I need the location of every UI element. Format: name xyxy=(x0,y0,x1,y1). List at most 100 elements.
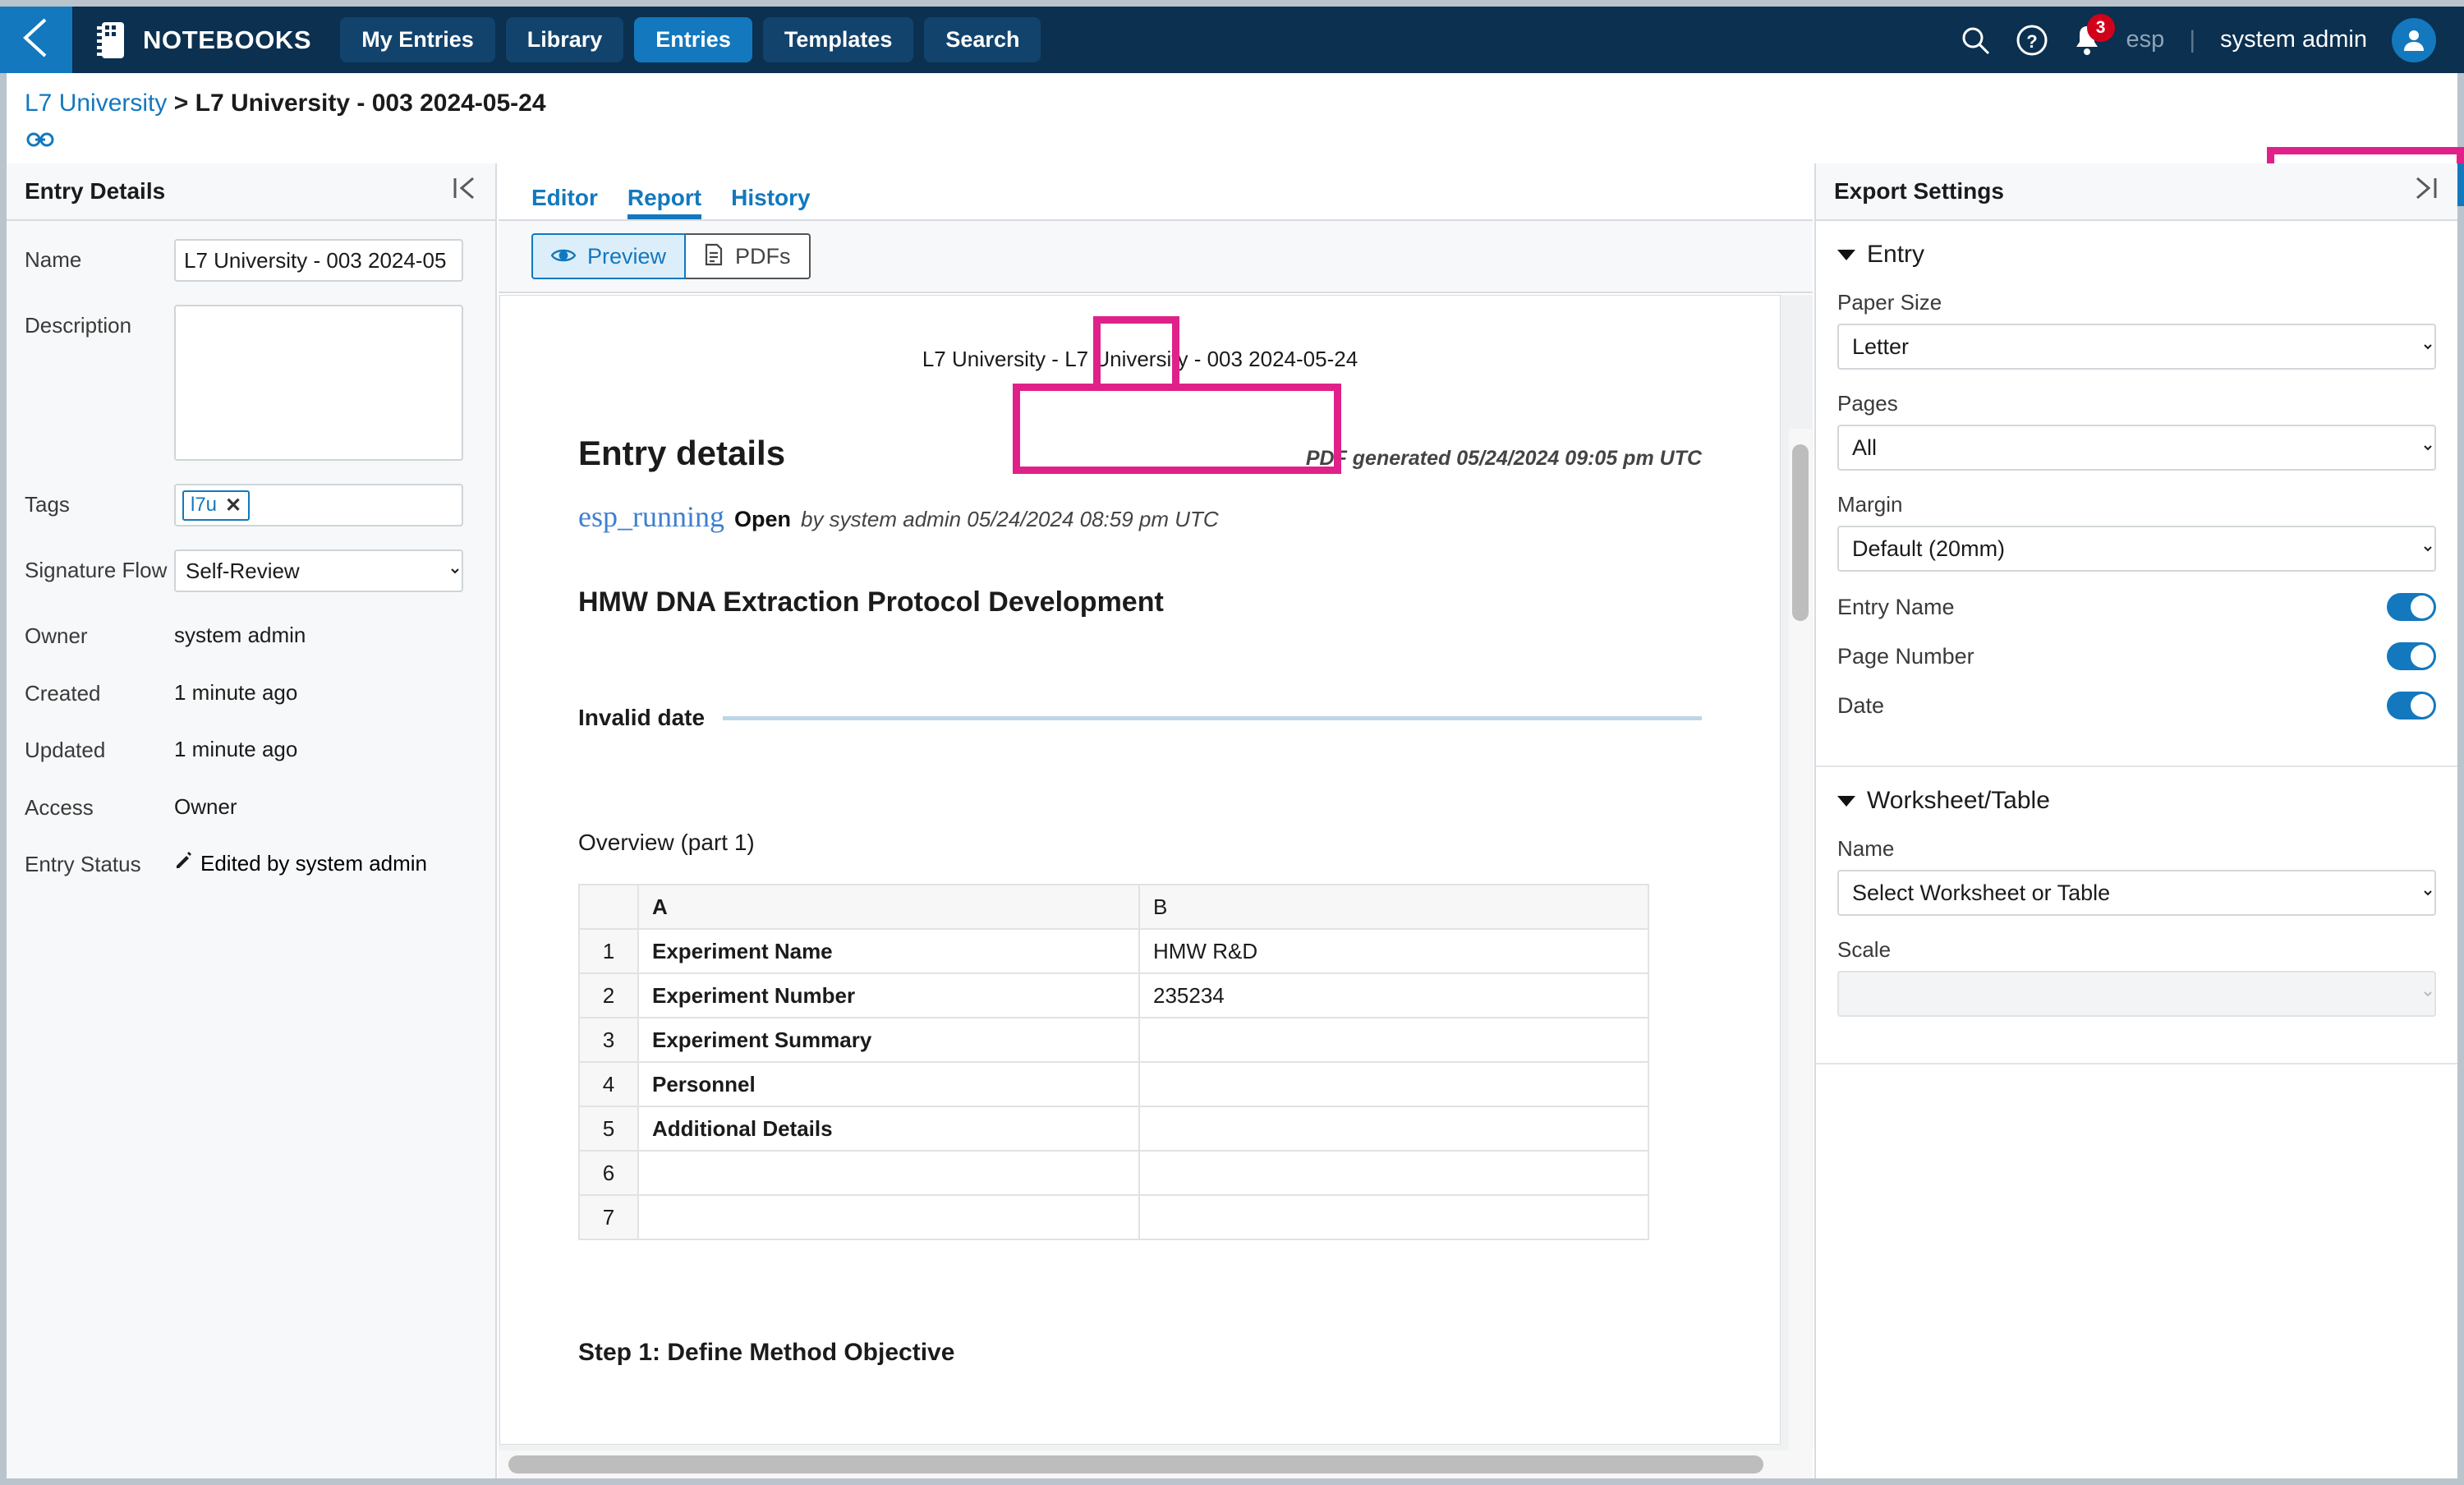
top-right-actions: ? 3 esp | system admin xyxy=(1959,13,2464,62)
nav-my-entries[interactable]: My Entries xyxy=(340,17,495,62)
field-description-label: Description xyxy=(25,313,132,338)
breadcrumb-parent-link[interactable]: L7 University xyxy=(25,90,167,117)
nav-templates[interactable]: Templates xyxy=(762,17,914,62)
top-navigation-bar: NOTEBOOKS My Entries Library Entries Tem… xyxy=(0,7,2464,73)
field-updated-label: Updated xyxy=(25,738,106,762)
back-button[interactable] xyxy=(0,7,72,73)
tag-chip[interactable]: l7u ✕ xyxy=(182,490,251,521)
nav-entries[interactable]: Entries xyxy=(634,17,752,62)
margin-select[interactable]: Default (20mm) xyxy=(1837,526,2436,572)
tenant-label: esp xyxy=(2126,26,2165,53)
row-number: 4 xyxy=(578,1061,639,1107)
help-circle-icon[interactable]: ? xyxy=(2016,25,2048,56)
paper-size-select[interactable]: Letter xyxy=(1837,324,2436,370)
cell-b xyxy=(1138,1150,1649,1196)
tab-report[interactable]: Report xyxy=(627,186,702,219)
segment-pdfs-label: PDFs xyxy=(735,243,791,269)
segment-pdfs[interactable]: PDFs xyxy=(686,233,811,279)
pages-select[interactable]: All xyxy=(1837,425,2436,471)
bell-icon[interactable]: 3 xyxy=(2072,13,2115,57)
signature-flow-select[interactable]: Self-Review xyxy=(174,549,463,592)
tags-input[interactable]: l7u ✕ xyxy=(174,484,463,526)
page-number-toggle-row: Page Number xyxy=(1837,642,2436,670)
nav-search[interactable]: Search xyxy=(924,17,1041,62)
paper-size-label: Paper Size xyxy=(1837,290,1942,315)
pages-label: Pages xyxy=(1837,391,1898,416)
search-icon[interactable] xyxy=(1959,24,1992,57)
segment-preview[interactable]: Preview xyxy=(531,233,687,279)
entry-settings-section: Entry Paper Size Letter Pages All Margin… xyxy=(1816,221,2457,767)
breadcrumb-current: L7 University - 003 2024-05-24 xyxy=(195,90,546,117)
row-number: 1 xyxy=(578,928,639,974)
date-toggle[interactable] xyxy=(2387,692,2436,720)
table-row: 5 Additional Details xyxy=(578,1106,1649,1152)
worksheet-name-label: Name xyxy=(1837,836,1895,861)
cell-a: Experiment Name xyxy=(637,928,1140,974)
entry-name-toggle[interactable] xyxy=(2387,593,2436,621)
collapse-right-icon[interactable] xyxy=(2413,176,2439,207)
nav-library[interactable]: Library xyxy=(505,17,624,62)
brand: NOTEBOOKS xyxy=(94,21,311,60)
table-header-row: A B xyxy=(578,884,1649,930)
user-avatar-icon[interactable] xyxy=(2392,17,2436,62)
divider-line xyxy=(723,715,1702,720)
pdf-generated-timestamp: PDF generated 05/24/2024 09:05 pm UTC xyxy=(1305,447,1702,470)
entry-status-value: Edited by system admin xyxy=(200,851,428,876)
pencil-icon xyxy=(174,851,194,876)
preview-vertical-scrollbar-thumb[interactable] xyxy=(1792,444,1809,621)
field-tags-label: Tags xyxy=(25,492,70,517)
tab-editor[interactable]: Editor xyxy=(531,186,598,219)
status-badge: Edited by system admin xyxy=(174,844,427,876)
entry-name-input[interactable] xyxy=(174,239,463,282)
svg-text:?: ? xyxy=(2026,31,2037,52)
document-preview-scroll-area[interactable]: L7 University - L7 University - 003 2024… xyxy=(499,295,1813,1478)
field-access-value: Owner xyxy=(174,793,237,819)
worksheet-section-header[interactable]: Worksheet/Table xyxy=(1837,787,2436,815)
field-entry-status: Entry Status Edited by system admin xyxy=(7,844,495,878)
document-page: L7 University - L7 University - 003 2024… xyxy=(499,295,1781,1445)
row-number: 5 xyxy=(578,1106,639,1152)
user-name-label[interactable]: system admin xyxy=(2220,26,2367,53)
cell-b: HMW R&D xyxy=(1138,928,1649,974)
chevron-down-icon xyxy=(1837,795,1855,807)
field-signature-flow-label: Signature Flow xyxy=(25,558,168,582)
table-row: 6 xyxy=(578,1150,1649,1196)
field-signature-flow: Signature Flow Self-Review xyxy=(7,549,495,592)
collapse-left-icon[interactable] xyxy=(451,176,477,207)
document-running-header: L7 University - L7 University - 003 2024… xyxy=(922,347,1358,371)
worksheet-section-label: Worksheet/Table xyxy=(1867,787,2050,814)
tab-history[interactable]: History xyxy=(731,186,810,219)
worksheet-table-section: Worksheet/Table Name Select Worksheet or… xyxy=(1816,767,2457,1064)
document-section-label: Overview (part 1) xyxy=(578,830,755,855)
chevron-down-icon xyxy=(1837,249,1855,260)
entry-section-header[interactable]: Entry xyxy=(1837,241,2436,269)
entry-description-textarea[interactable] xyxy=(174,305,463,461)
field-created: Created 1 minute ago xyxy=(7,673,495,707)
cell-a: Additional Details xyxy=(637,1106,1140,1152)
table-row: 2 Experiment Number 235234 xyxy=(578,972,1649,1018)
cell-a: Experiment Number xyxy=(637,972,1140,1018)
page-number-toggle[interactable] xyxy=(2387,642,2436,670)
preview-horizontal-scrollbar-thumb[interactable] xyxy=(508,1455,1763,1474)
eye-icon xyxy=(550,246,577,268)
entry-name-toggle-row: Entry Name xyxy=(1837,593,2436,621)
export-settings-title: Export Settings xyxy=(1834,178,2004,204)
notification-badge: 3 xyxy=(2086,13,2115,42)
field-updated: Updated 1 minute ago xyxy=(7,729,495,764)
worksheet-name-select[interactable]: Select Worksheet or Table xyxy=(1837,870,2436,916)
entry-details-header: Entry Details xyxy=(7,163,495,221)
cell-a xyxy=(637,1150,1140,1196)
entry-details-title: Entry Details xyxy=(25,178,166,204)
report-panel: Editor Report History Preview PDFs L7 Un… xyxy=(499,163,1813,1478)
document-status-by: by system admin 05/24/2024 08:59 pm UTC xyxy=(801,507,1219,531)
cell-a: Experiment Summary xyxy=(637,1017,1140,1063)
link-chain-icon[interactable] xyxy=(26,131,54,153)
field-access: Access Owner xyxy=(7,787,495,821)
document-body: L7 University - L7 University - 003 2024… xyxy=(500,296,1780,1367)
page-number-toggle-label: Page Number xyxy=(1837,643,1974,669)
close-x-icon[interactable]: ✕ xyxy=(225,494,241,517)
table-row: 1 Experiment Name HMW R&D xyxy=(578,928,1649,974)
document-date-label: Invalid date xyxy=(578,705,706,730)
field-owner: Owner system admin xyxy=(7,615,495,650)
field-tags: Tags l7u ✕ xyxy=(7,484,495,526)
